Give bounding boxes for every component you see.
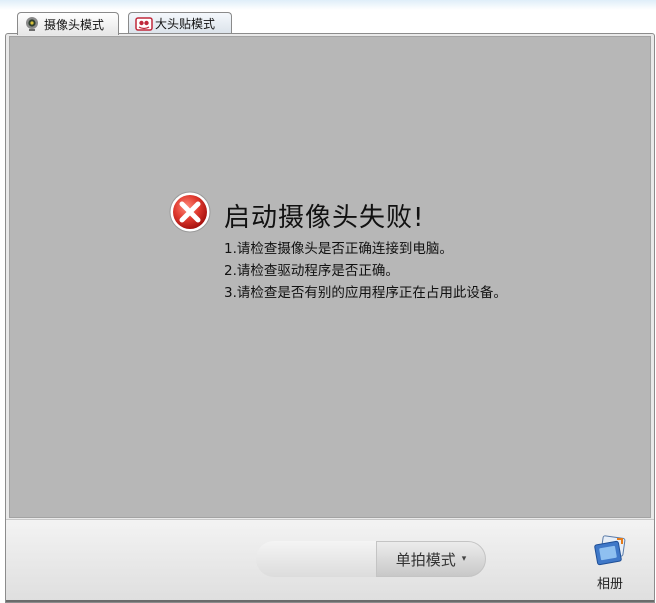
capture-button[interactable] <box>256 541 376 577</box>
tab-bar: 摄像头模式 大头贴模式 <box>0 8 656 35</box>
tab-camera-mode[interactable]: 摄像头模式 <box>17 12 119 35</box>
photo-sticker-icon <box>135 16 153 32</box>
capture-control: 单拍模式 ▾ <box>256 541 486 577</box>
error-icon <box>168 190 212 234</box>
tab-camera-mode-label: 摄像头模式 <box>44 17 105 32</box>
bottom-toolbar: 单拍模式 ▾ 相册 <box>6 519 654 602</box>
camera-panel: 启动摄像头失败! 1.请检查摄像头是否正确连接到电脑。 2.请检查驱动程序是否正… <box>5 33 655 603</box>
chevron-down-icon: ▾ <box>461 554 467 564</box>
album-button[interactable]: 相册 <box>589 535 631 592</box>
album-icon <box>593 535 627 570</box>
error-line: 1.请检查摄像头是否正确连接到电脑。 <box>224 241 453 257</box>
error-title: 启动摄像头失败! <box>224 203 425 233</box>
tab-photo-sticker-mode-label: 大头贴模式 <box>155 17 216 31</box>
album-label: 相册 <box>596 577 623 592</box>
shooting-mode-dropdown[interactable]: 单拍模式 ▾ <box>376 541 486 577</box>
tab-photo-sticker-mode[interactable]: 大头贴模式 <box>128 12 232 34</box>
shooting-mode-label: 单拍模式 <box>395 550 456 569</box>
error-line: 3.请检查是否有别的应用程序正在占用此设备。 <box>224 285 507 301</box>
webcam-icon <box>24 16 40 32</box>
error-line: 2.请检查驱动程序是否正确。 <box>224 263 399 279</box>
error-instructions: 1.请检查摄像头是否正确连接到电脑。 2.请检查驱动程序是否正确。 3.请检查是… <box>224 238 507 304</box>
camera-preview: 启动摄像头失败! 1.请检查摄像头是否正确连接到电脑。 2.请检查驱动程序是否正… <box>9 36 651 518</box>
